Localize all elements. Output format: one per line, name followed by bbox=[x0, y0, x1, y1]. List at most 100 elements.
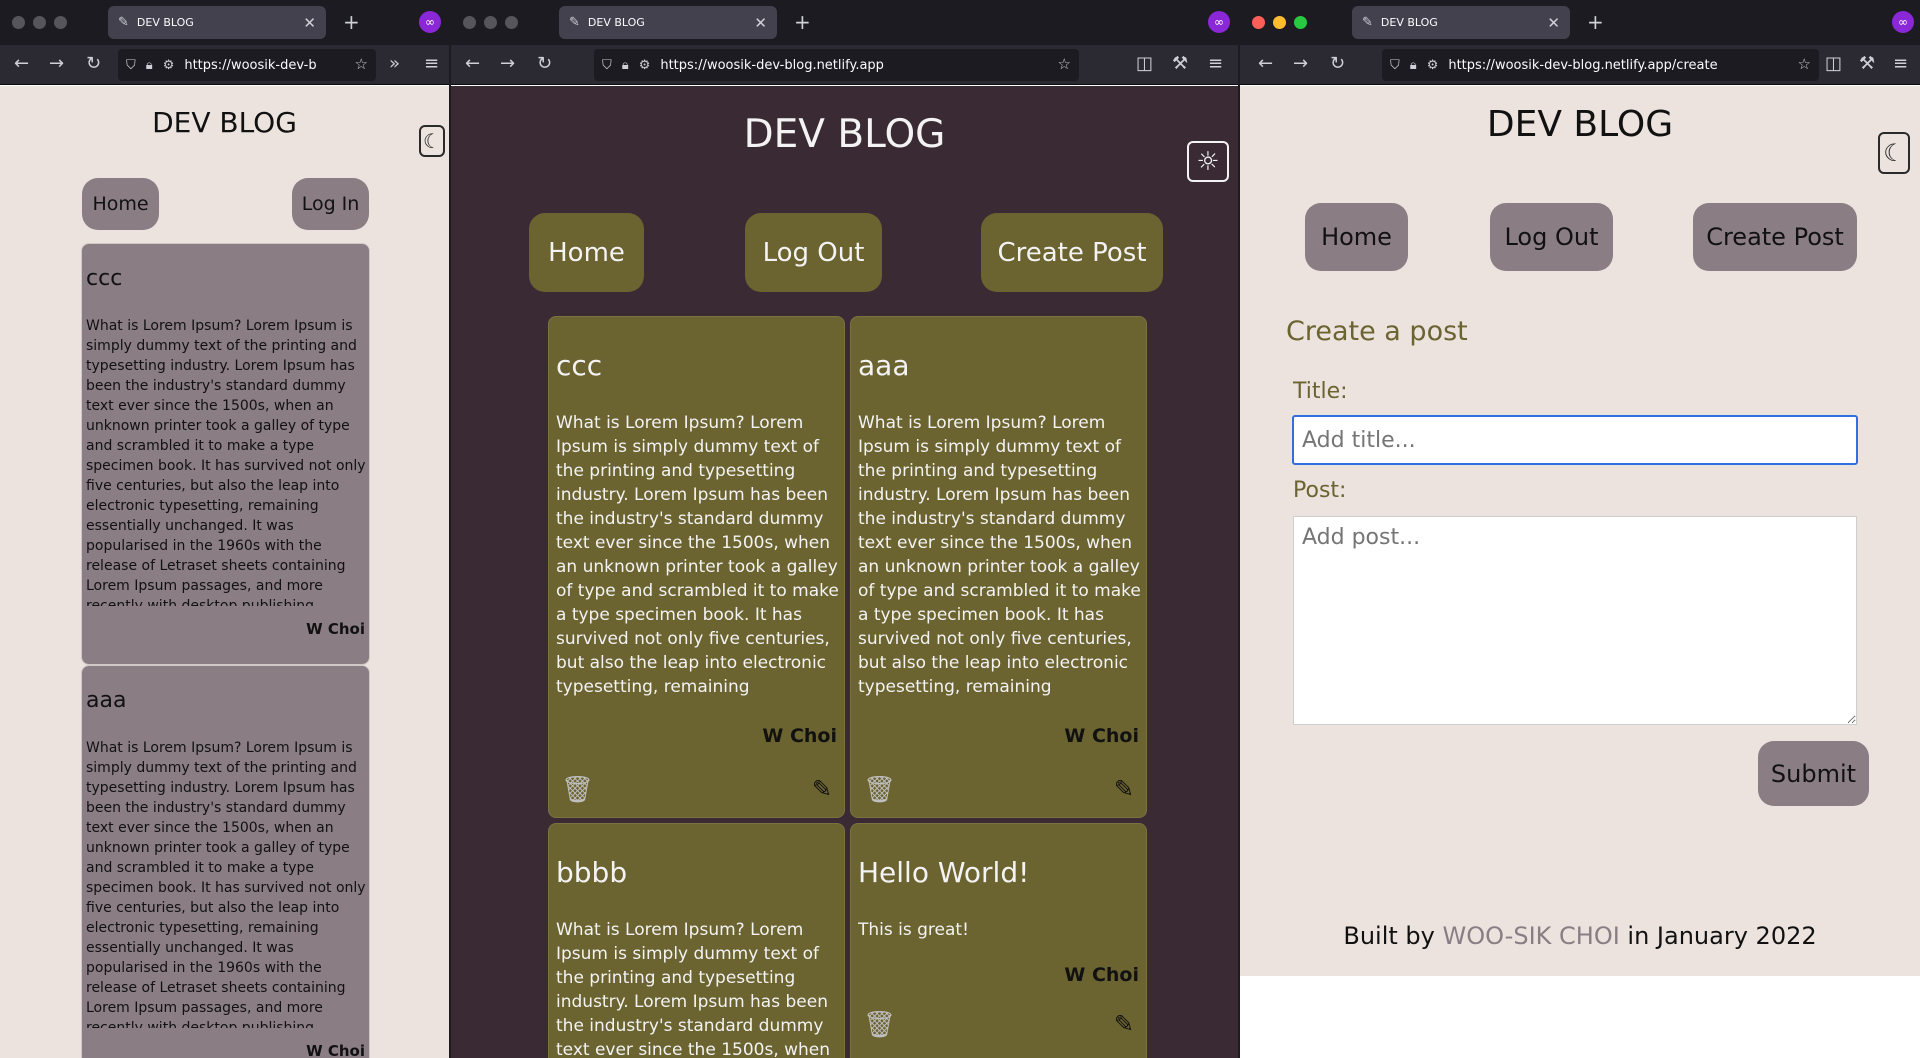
browser-chrome: ✎ DEV BLOG ✕ + ∞ ← → ↻ ⛉ 🔒︎ ⚙ https://wo… bbox=[451, 0, 1238, 85]
form-heading: Create a post bbox=[1286, 316, 1468, 347]
address-bar[interactable]: ⛉ 🔒︎ ⚙ https://woosik-dev-blog.netlify.a… bbox=[1382, 49, 1819, 81]
browser-tab[interactable]: ✎ DEV BLOG ✕ bbox=[108, 6, 326, 39]
post-body: What is Lorem Ipsum? Lorem Ipsum is simp… bbox=[858, 413, 1141, 697]
bookmark-star-icon[interactable]: ☆ bbox=[1058, 55, 1071, 73]
forward-icon[interactable]: → bbox=[1293, 53, 1308, 74]
home-button[interactable]: Home bbox=[82, 178, 159, 230]
new-tab-button[interactable]: + bbox=[1587, 10, 1604, 34]
tools-icon[interactable]: ⚒ bbox=[1172, 53, 1188, 74]
post-card[interactable]: ccc What is Lorem Ipsum? Lorem Ipsum is … bbox=[81, 243, 370, 665]
site-title: DEV BLOG bbox=[743, 112, 946, 157]
page-content: DEV BLOG ☼ Home Log Out Create Post ccc … bbox=[451, 86, 1238, 1058]
shield-icon: ⛉ bbox=[1390, 57, 1400, 73]
close-tab-icon[interactable]: ✕ bbox=[303, 14, 316, 32]
post-textarea[interactable] bbox=[1293, 516, 1857, 725]
theme-toggle-button[interactable]: ☾ bbox=[1878, 132, 1910, 174]
tools-icon[interactable]: ⚒ bbox=[1859, 53, 1875, 74]
pencil-icon[interactable]: ✎ bbox=[812, 775, 832, 803]
url-text: https://woosik-dev-b bbox=[184, 57, 317, 73]
new-tab-button[interactable]: + bbox=[794, 10, 811, 34]
theme-toggle-button[interactable]: ☾ bbox=[419, 125, 445, 157]
minimize-window-button[interactable] bbox=[1273, 16, 1286, 29]
close-window-button[interactable] bbox=[1252, 16, 1265, 29]
sun-icon: ☼ bbox=[1196, 146, 1220, 177]
trash-icon[interactable]: 🗑︎ bbox=[863, 1010, 896, 1040]
close-window-button[interactable] bbox=[463, 16, 476, 29]
trash-icon[interactable]: 🗑︎ bbox=[561, 775, 594, 805]
permissions-icon: ⚙ bbox=[162, 57, 175, 73]
post-card[interactable]: aaa What is Lorem Ipsum? Lorem Ipsum is … bbox=[81, 665, 370, 1058]
navigation-toolbar: ← → ↻ ⛉ 🔒︎ ⚙ https://woosik-dev-b ☆ » ≡ bbox=[0, 45, 449, 85]
reload-icon[interactable]: ↻ bbox=[86, 53, 101, 74]
home-button[interactable]: Home bbox=[529, 213, 644, 292]
browser-chrome: ✎ DEV BLOG ✕ + ∞ ← → ↻ ⛉ 🔒︎ ⚙ https://wo… bbox=[0, 0, 449, 85]
post-title: ccc bbox=[86, 266, 123, 291]
author-link[interactable]: WOO-SIK CHOI bbox=[1443, 922, 1620, 950]
new-tab-button[interactable]: + bbox=[343, 10, 360, 34]
pocket-icon[interactable]: ◫ bbox=[1136, 53, 1153, 74]
minimize-window-button[interactable] bbox=[33, 16, 46, 29]
theme-toggle-button[interactable]: ☼ bbox=[1187, 141, 1229, 182]
title-input[interactable] bbox=[1292, 415, 1858, 465]
url-text: https://woosik-dev-blog.netlify.app bbox=[660, 57, 884, 73]
post-author: W Choi bbox=[306, 1042, 365, 1058]
tab-title: DEV BLOG bbox=[587, 16, 645, 29]
browser-tab[interactable]: ✎ DEV BLOG ✕ bbox=[1352, 6, 1570, 39]
moon-icon: ☾ bbox=[1883, 139, 1905, 167]
tab-bar: ✎ DEV BLOG ✕ + ∞ bbox=[451, 0, 1238, 45]
pocket-icon[interactable]: ◫ bbox=[1825, 53, 1842, 74]
post-body: What is Lorem Ipsum? Lorem Ipsum is simp… bbox=[556, 920, 831, 1058]
forward-icon[interactable]: → bbox=[500, 53, 515, 74]
create-post-button[interactable]: Create Post bbox=[1693, 203, 1857, 271]
forward-icon[interactable]: → bbox=[49, 53, 64, 74]
home-button[interactable]: Home bbox=[1305, 203, 1408, 271]
private-browsing-icon: ∞ bbox=[1892, 11, 1914, 33]
browser-chrome: ✎ DEV BLOG ✕ + ∞ ← → ↻ ⛉ 🔒︎ ⚙ https://wo… bbox=[1240, 0, 1920, 85]
logout-button[interactable]: Log Out bbox=[1490, 203, 1613, 271]
post-card[interactable]: ccc What is Lorem Ipsum? Lorem Ipsum is … bbox=[548, 316, 845, 818]
shield-icon: ⛉ bbox=[126, 57, 136, 73]
logout-button[interactable]: Log Out bbox=[745, 213, 882, 292]
maximize-window-button[interactable] bbox=[54, 16, 67, 29]
menu-icon[interactable]: ≡ bbox=[424, 53, 439, 74]
address-bar[interactable]: ⛉ 🔒︎ ⚙ https://woosik-dev-blog.netlify.a… bbox=[594, 49, 1079, 81]
post-title: aaa bbox=[86, 688, 127, 713]
back-icon[interactable]: ← bbox=[465, 53, 480, 74]
pencil-icon[interactable]: ✎ bbox=[1114, 1010, 1134, 1038]
minimize-window-button[interactable] bbox=[484, 16, 497, 29]
address-bar[interactable]: ⛉ 🔒︎ ⚙ https://woosik-dev-b ☆ bbox=[118, 49, 376, 81]
overflow-icon[interactable]: » bbox=[389, 53, 400, 74]
login-button[interactable]: Log In bbox=[292, 178, 369, 230]
site-title: DEV BLOG bbox=[152, 106, 297, 139]
browser-window-3: ✎ DEV BLOG ✕ + ∞ ← → ↻ ⛉ 🔒︎ ⚙ https://wo… bbox=[1240, 0, 1920, 1058]
maximize-window-button[interactable] bbox=[1294, 16, 1307, 29]
post-card[interactable]: aaa What is Lorem Ipsum? Lorem Ipsum is … bbox=[850, 316, 1147, 818]
browser-window-2: ✎ DEV BLOG ✕ + ∞ ← → ↻ ⛉ 🔒︎ ⚙ https://wo… bbox=[451, 0, 1238, 1058]
menu-icon[interactable]: ≡ bbox=[1893, 53, 1908, 74]
menu-icon[interactable]: ≡ bbox=[1208, 53, 1223, 74]
browser-tab[interactable]: ✎ DEV BLOG ✕ bbox=[559, 6, 777, 39]
close-window-button[interactable] bbox=[12, 16, 25, 29]
submit-button[interactable]: Submit bbox=[1758, 741, 1869, 806]
maximize-window-button[interactable] bbox=[505, 16, 518, 29]
reload-icon[interactable]: ↻ bbox=[1330, 53, 1345, 74]
post-title: aaa bbox=[858, 349, 910, 382]
create-post-button[interactable]: Create Post bbox=[981, 213, 1163, 292]
pencil-icon[interactable]: ✎ bbox=[1114, 775, 1134, 803]
bookmark-star-icon[interactable]: ☆ bbox=[355, 55, 368, 73]
navigation-toolbar: ← → ↻ ⛉ 🔒︎ ⚙ https://woosik-dev-blog.net… bbox=[1240, 45, 1920, 85]
reload-icon[interactable]: ↻ bbox=[537, 53, 552, 74]
back-icon[interactable]: ← bbox=[1258, 53, 1273, 74]
close-tab-icon[interactable]: ✕ bbox=[754, 14, 767, 32]
tab-bar: ✎ DEV BLOG ✕ + ∞ bbox=[0, 0, 449, 45]
lock-icon: 🔒︎ bbox=[1409, 57, 1417, 73]
trash-icon[interactable]: 🗑︎ bbox=[863, 775, 896, 805]
footer-prefix: Built by bbox=[1343, 922, 1443, 950]
post-author: W Choi bbox=[1064, 964, 1139, 986]
post-card[interactable]: bbbb What is Lorem Ipsum? Lorem Ipsum is… bbox=[548, 823, 845, 1058]
navigation-toolbar: ← → ↻ ⛉ 🔒︎ ⚙ https://woosik-dev-blog.net… bbox=[451, 45, 1238, 85]
post-card[interactable]: Hello World! This is great! W Choi 🗑︎ ✎ bbox=[850, 823, 1147, 1058]
bookmark-star-icon[interactable]: ☆ bbox=[1798, 55, 1811, 73]
back-icon[interactable]: ← bbox=[14, 53, 29, 74]
close-tab-icon[interactable]: ✕ bbox=[1547, 14, 1560, 32]
